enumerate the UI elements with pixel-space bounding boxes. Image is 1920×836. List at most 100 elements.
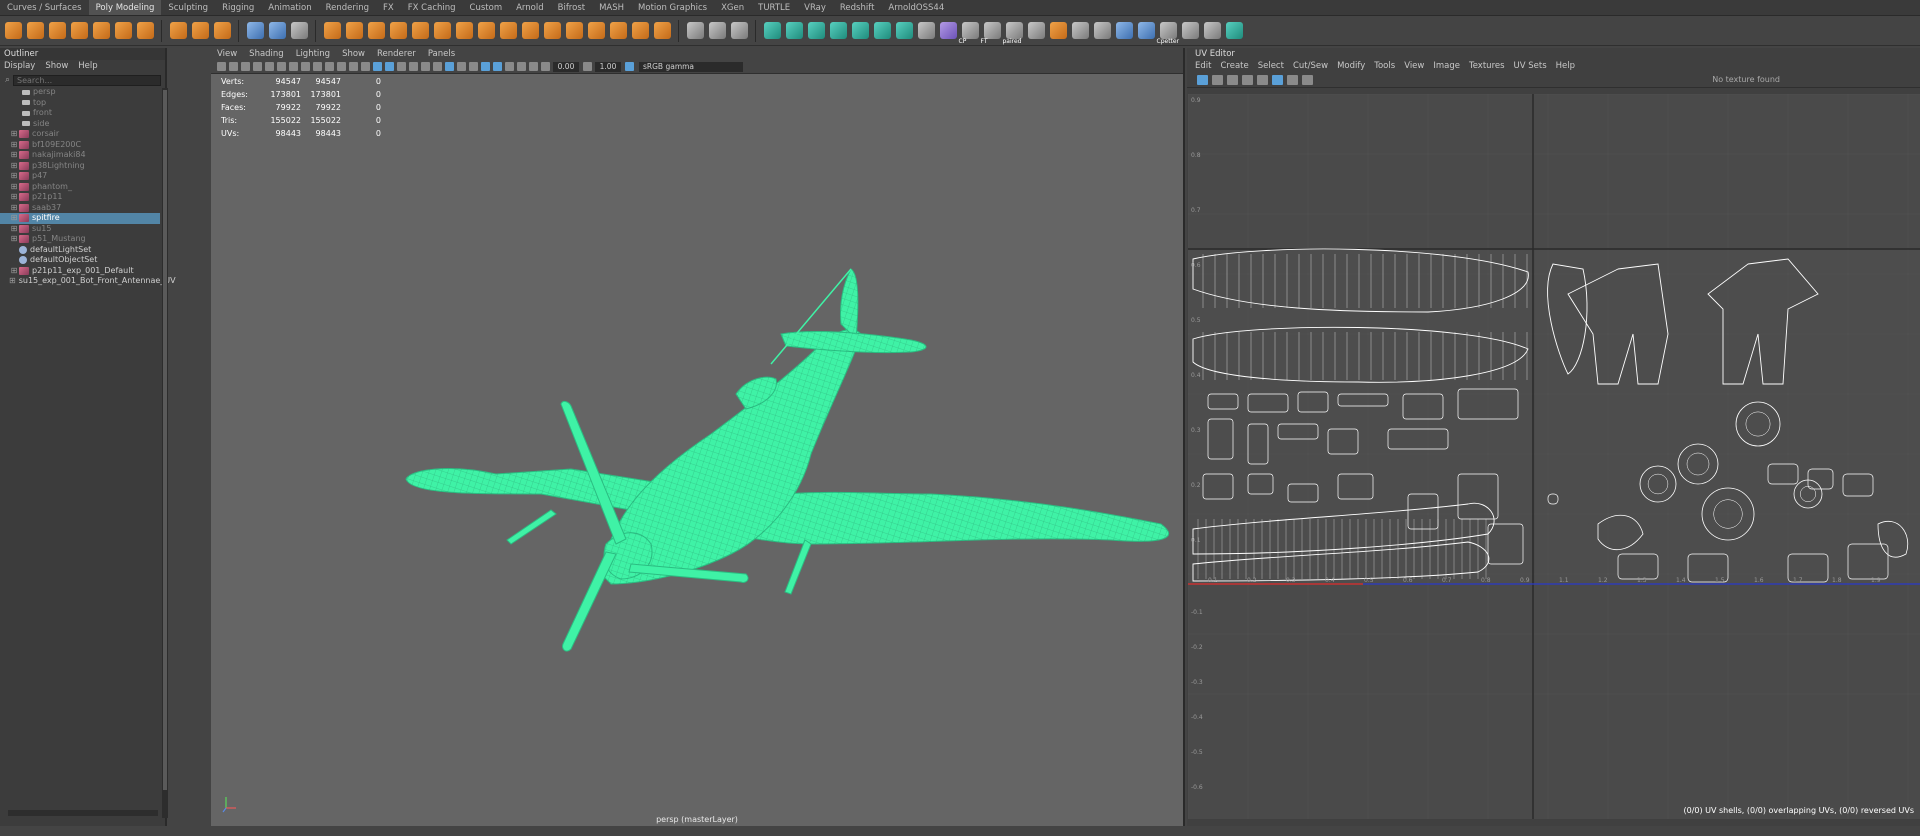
- expand-icon[interactable]: ⊞: [9, 192, 19, 203]
- svg-tool-icon[interactable]: [213, 22, 231, 39]
- gamma-field[interactable]: 1.00: [595, 61, 621, 72]
- safe-title-icon[interactable]: [360, 62, 370, 71]
- image-plane-icon[interactable]: [252, 62, 262, 71]
- poly-plane-icon[interactable]: [114, 22, 132, 39]
- outliner-item-top[interactable]: top: [0, 98, 160, 109]
- xray-joints-icon[interactable]: [504, 62, 514, 71]
- outliner-item-bf109e200c[interactable]: ⊞ bf109E200C: [0, 140, 160, 151]
- viewport-menu-panels[interactable]: Panels: [428, 48, 455, 60]
- expand-icon[interactable]: ⊞: [9, 213, 19, 224]
- viewport-menu-shading[interactable]: Shading: [249, 48, 284, 60]
- mirror-icon[interactable]: [455, 22, 473, 39]
- aa-icon[interactable]: [468, 62, 478, 71]
- uv-layout-canvas[interactable]: 0.9 0.8 0.7 0.6 0.5 0.4 0.3 0.2 0.1 -0.1 -0.2 -0.3 -…: [1188, 94, 1920, 819]
- offset-loop-icon[interactable]: [730, 22, 748, 39]
- select-faces-icon[interactable]: [763, 22, 781, 39]
- uv-menu-cut-sew[interactable]: Cut/Sew: [1293, 60, 1328, 72]
- expand-icon[interactable]: ⊞: [9, 140, 19, 151]
- cpetter-tool-icon[interactable]: Cpetter: [1157, 22, 1179, 45]
- shelf-tab-redshift[interactable]: Redshift: [833, 0, 882, 15]
- paired-tool-icon[interactable]: paired: [1003, 22, 1023, 45]
- convert-icon[interactable]: [851, 22, 869, 39]
- motion-blur-icon[interactable]: [456, 62, 466, 71]
- outliner-item-p21p11[interactable]: ⊞ p21p11: [0, 192, 160, 203]
- outliner-item-corsair[interactable]: ⊞ corsair: [0, 129, 160, 140]
- bookmark-icon[interactable]: [240, 62, 250, 71]
- uv-menu-modify[interactable]: Modify: [1337, 60, 1365, 72]
- outliner-menu-display[interactable]: Display: [4, 60, 35, 72]
- viewport-panel[interactable]: View Shading Lighting Show Renderer Pane…: [211, 48, 1185, 826]
- shelf-tab-animation[interactable]: Animation: [261, 0, 318, 15]
- superellipse-icon[interactable]: [169, 22, 187, 39]
- gate-mask-icon[interactable]: [324, 62, 334, 71]
- smooth-icon[interactable]: [411, 22, 429, 39]
- uv-menu-tools[interactable]: Tools: [1374, 60, 1395, 72]
- viewport-menu-renderer[interactable]: Renderer: [377, 48, 416, 60]
- shelf-tab-fx-caching[interactable]: FX Caching: [401, 0, 463, 15]
- shelf-tab-poly-modeling[interactable]: Poly Modeling: [88, 0, 162, 15]
- camera-attributes-icon[interactable]: [228, 62, 238, 71]
- circle-icon[interactable]: [1115, 22, 1133, 39]
- loop-icon[interactable]: [1093, 22, 1111, 39]
- shelf-tab-rendering[interactable]: Rendering: [319, 0, 376, 15]
- uv-distortion-icon[interactable]: [1227, 74, 1238, 85]
- outliner-item-p38lightning[interactable]: ⊞ p38Lightning: [0, 161, 160, 172]
- exposure-icon[interactable]: [540, 62, 550, 71]
- hud-icon[interactable]: [528, 62, 538, 71]
- outliner-item-p51-mustang[interactable]: ⊞ p51_Mustang: [0, 234, 160, 245]
- select-camera-icon[interactable]: [216, 62, 226, 71]
- extrude-icon[interactable]: [543, 22, 561, 39]
- outliner-item-defaultobjectset[interactable]: defaultObjectSet: [0, 255, 160, 266]
- outliner-item-persp[interactable]: persp: [0, 87, 160, 98]
- field-chart-icon[interactable]: [336, 62, 346, 71]
- uv-menu-edit[interactable]: Edit: [1195, 60, 1211, 72]
- poly-disc-icon[interactable]: [136, 22, 154, 39]
- outliner-menu-show[interactable]: Show: [45, 60, 68, 72]
- viewport-menu-lighting[interactable]: Lighting: [296, 48, 330, 60]
- uv-menu-create[interactable]: Create: [1220, 60, 1248, 72]
- separate-icon[interactable]: [345, 22, 363, 39]
- bridge-icon[interactable]: [499, 22, 517, 39]
- expand-icon[interactable]: ⊞: [9, 161, 19, 172]
- shelf-tab-vray[interactable]: VRay: [797, 0, 833, 15]
- outliner-item-front[interactable]: front: [0, 108, 160, 119]
- expand-icon[interactable]: ⊞: [9, 182, 19, 193]
- extract-icon[interactable]: [367, 22, 385, 39]
- outliner-item-side[interactable]: side: [0, 119, 160, 130]
- uv-shell-selection-icon[interactable]: [1197, 74, 1208, 85]
- color-management-icon[interactable]: [624, 62, 634, 71]
- poly-cone-icon[interactable]: [70, 22, 88, 39]
- lights-icon[interactable]: [420, 62, 430, 71]
- uv-image-icon[interactable]: [1302, 74, 1313, 85]
- reduce-icon[interactable]: [433, 22, 451, 39]
- booleans-icon[interactable]: [389, 22, 407, 39]
- outliner-horizontal-scrollbar[interactable]: [8, 810, 158, 816]
- combine-icon[interactable]: [323, 22, 341, 39]
- viewport-menu-show[interactable]: Show: [342, 48, 365, 60]
- uv-menu-image[interactable]: Image: [1433, 60, 1460, 72]
- shelf-tab-curves-surfaces[interactable]: Curves / Surfaces: [0, 0, 89, 15]
- outliner-item-p21p11-exp-001-default[interactable]: ⊞ p21p11_exp_001_Default: [0, 266, 160, 277]
- gamma-icon[interactable]: [582, 62, 592, 71]
- expand-icon[interactable]: ⊞: [9, 276, 16, 287]
- shelf-tab-motion-graphics[interactable]: Motion Graphics: [631, 0, 714, 15]
- uv-snap-icon[interactable]: [1287, 74, 1298, 85]
- scrollbar-thumb[interactable]: [163, 90, 167, 790]
- safe-action-icon[interactable]: [348, 62, 358, 71]
- select-verts-icon[interactable]: [829, 22, 847, 39]
- poke-icon[interactable]: [631, 22, 649, 39]
- select-edges-icon[interactable]: [785, 22, 803, 39]
- spitfire-wireframe-model[interactable]: [211, 74, 1185, 814]
- expand-icon[interactable]: ⊞: [9, 234, 19, 245]
- uv-checker-icon[interactable]: [1212, 74, 1223, 85]
- ao-icon[interactable]: [444, 62, 454, 71]
- display-layer-icon[interactable]: [1027, 22, 1045, 39]
- poly-torus-icon[interactable]: [92, 22, 110, 39]
- shelf-tab-custom[interactable]: Custom: [463, 0, 510, 15]
- insert-loop-icon[interactable]: [708, 22, 726, 39]
- grow-icon[interactable]: [873, 22, 891, 39]
- shelf-tab-turtle[interactable]: TURTLE: [751, 0, 797, 15]
- shelf-tab-arnoldoss44[interactable]: ArnoldOSS44: [881, 0, 951, 15]
- shelf-tab-sculpting[interactable]: Sculpting: [161, 0, 215, 15]
- resolution-gate-icon[interactable]: [312, 62, 322, 71]
